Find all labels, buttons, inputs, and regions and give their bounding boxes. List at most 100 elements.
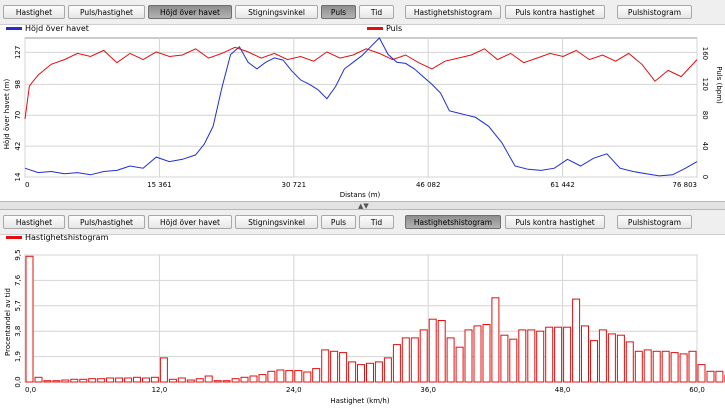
histogram-bar bbox=[34, 376, 43, 383]
histogram-bar bbox=[186, 379, 195, 383]
histogram-bar bbox=[366, 362, 374, 383]
histogram-bar bbox=[115, 377, 124, 383]
histogram-bar bbox=[204, 375, 213, 383]
histogram-bar bbox=[527, 329, 536, 383]
histogram-bar bbox=[133, 376, 141, 383]
histogram-bar bbox=[518, 329, 527, 383]
y-left-tick-label: 127 bbox=[14, 46, 22, 59]
histogram-bar bbox=[455, 346, 464, 383]
panel-splitter[interactable]: ▲▼ bbox=[0, 201, 725, 210]
y-tick-label: 5,7 bbox=[14, 300, 22, 311]
histogram-bar bbox=[410, 337, 419, 383]
top-chart-panel: Hastighet Puls/hastighet Höjd över havet… bbox=[0, 0, 725, 201]
histogram-bar bbox=[374, 361, 383, 383]
histogram-bar bbox=[509, 338, 518, 383]
y-tick-label: 0,0 bbox=[14, 376, 22, 387]
histogram-bar bbox=[150, 376, 159, 383]
y-tick-label: 1,9 bbox=[14, 351, 22, 362]
altitude-series-line bbox=[24, 37, 698, 177]
histogram-bar bbox=[97, 378, 106, 383]
histogram-bar bbox=[598, 329, 607, 383]
histogram-bar bbox=[679, 353, 688, 383]
y-right-tick-label: 80 bbox=[701, 111, 709, 120]
y-left-tick-label: 42 bbox=[14, 142, 22, 151]
x-axis-title: Distans (m) bbox=[340, 191, 381, 199]
x-axis-title: Hastighet (km/h) bbox=[330, 397, 389, 405]
histogram-bar bbox=[357, 364, 365, 383]
histogram-bar bbox=[661, 350, 670, 383]
x-tick-label: 61 442 bbox=[550, 181, 575, 189]
histogram-bar bbox=[142, 377, 150, 383]
histogram-bar bbox=[473, 325, 482, 383]
splitter-arrows-icon: ▲▼ bbox=[358, 202, 369, 210]
y-tick-label: 7,6 bbox=[14, 274, 22, 286]
x-tick-label: 0,0 bbox=[25, 386, 36, 394]
y-left-tick-label: 70 bbox=[14, 111, 22, 120]
x-tick-label: 15 361 bbox=[147, 181, 172, 189]
histogram-bar bbox=[563, 326, 572, 383]
x-tick-label: 36,0 bbox=[420, 386, 436, 394]
histogram-bar bbox=[581, 325, 589, 383]
histogram-bar bbox=[312, 368, 321, 383]
histogram-bar bbox=[715, 370, 724, 383]
histogram-bar bbox=[500, 334, 509, 383]
histogram-bar bbox=[545, 326, 554, 383]
histogram-bar bbox=[249, 375, 258, 383]
histogram-bar bbox=[79, 378, 88, 383]
histogram-bar bbox=[697, 364, 706, 383]
y-right-tick-label: 0 bbox=[701, 175, 709, 179]
histogram-bar bbox=[383, 357, 392, 383]
histogram-bar bbox=[554, 326, 563, 383]
histogram-bar bbox=[168, 378, 177, 383]
histogram-bar bbox=[437, 320, 446, 383]
y-left-tick-label: 14 bbox=[14, 172, 22, 181]
histogram-bar bbox=[285, 370, 294, 383]
histogram-bar bbox=[70, 378, 79, 383]
histogram-bar bbox=[572, 298, 581, 383]
histogram-bar bbox=[240, 376, 249, 383]
bottom-chart-panel: Hastighet Puls/hastighet Höjd över havet… bbox=[0, 210, 725, 408]
histogram-bar bbox=[25, 255, 34, 383]
histogram-bar bbox=[222, 380, 231, 383]
histogram-bar bbox=[536, 330, 545, 383]
speed-histogram-chart: 0,0 12,0 24,0 36,0 48,0 60,0 0,0 1,9 3,8 5,7 7,6 9,… bbox=[4, 249, 725, 405]
x-tick-label: 60,0 bbox=[689, 386, 705, 394]
histogram-bar bbox=[231, 378, 240, 383]
histogram-bar bbox=[652, 350, 661, 383]
x-tick-label: 48,0 bbox=[555, 386, 571, 394]
histogram-bar bbox=[330, 350, 339, 383]
histogram-bar bbox=[428, 318, 437, 383]
histogram-bar bbox=[625, 341, 634, 383]
histogram-bar bbox=[401, 337, 410, 383]
histogram-bar bbox=[706, 370, 715, 383]
histogram-bar bbox=[276, 369, 285, 383]
histogram-bar bbox=[177, 377, 186, 383]
histogram-bar bbox=[464, 329, 473, 383]
y-right-tick-label: 160 bbox=[701, 47, 709, 60]
histogram-bar bbox=[339, 352, 348, 383]
histogram-bar bbox=[321, 349, 330, 383]
histogram-bar bbox=[267, 370, 276, 383]
x-tick-label: 30 721 bbox=[282, 181, 307, 189]
histogram-bar bbox=[590, 340, 598, 383]
altitude-pulse-chart: 0 15 361 30 721 46 082 61 442 76 803 14 42 70 98 1… bbox=[3, 37, 723, 199]
y-left-tick-label: 98 bbox=[14, 80, 22, 89]
histogram-bar bbox=[670, 352, 679, 383]
histogram-bar bbox=[688, 350, 697, 383]
y-tick-label: 3,8 bbox=[14, 326, 22, 337]
y-tick-label: 9,5 bbox=[14, 249, 22, 260]
histogram-bar bbox=[106, 377, 115, 383]
y-axis-title: Procentandel av tid bbox=[4, 288, 12, 356]
x-tick-label: 46 082 bbox=[416, 181, 441, 189]
y-axis-left-title: Höjd över havet (m) bbox=[3, 79, 11, 150]
histogram-bar bbox=[634, 350, 643, 383]
x-tick-label: 24,0 bbox=[286, 386, 302, 394]
histogram-bar bbox=[52, 380, 61, 383]
histogram-bar bbox=[195, 378, 204, 383]
histogram-bar bbox=[482, 324, 491, 383]
histogram-bar bbox=[61, 379, 70, 383]
histogram-bar bbox=[88, 378, 97, 383]
pulse-series-line bbox=[24, 46, 698, 120]
histogram-bar bbox=[607, 333, 616, 383]
histogram-bar bbox=[159, 357, 168, 383]
